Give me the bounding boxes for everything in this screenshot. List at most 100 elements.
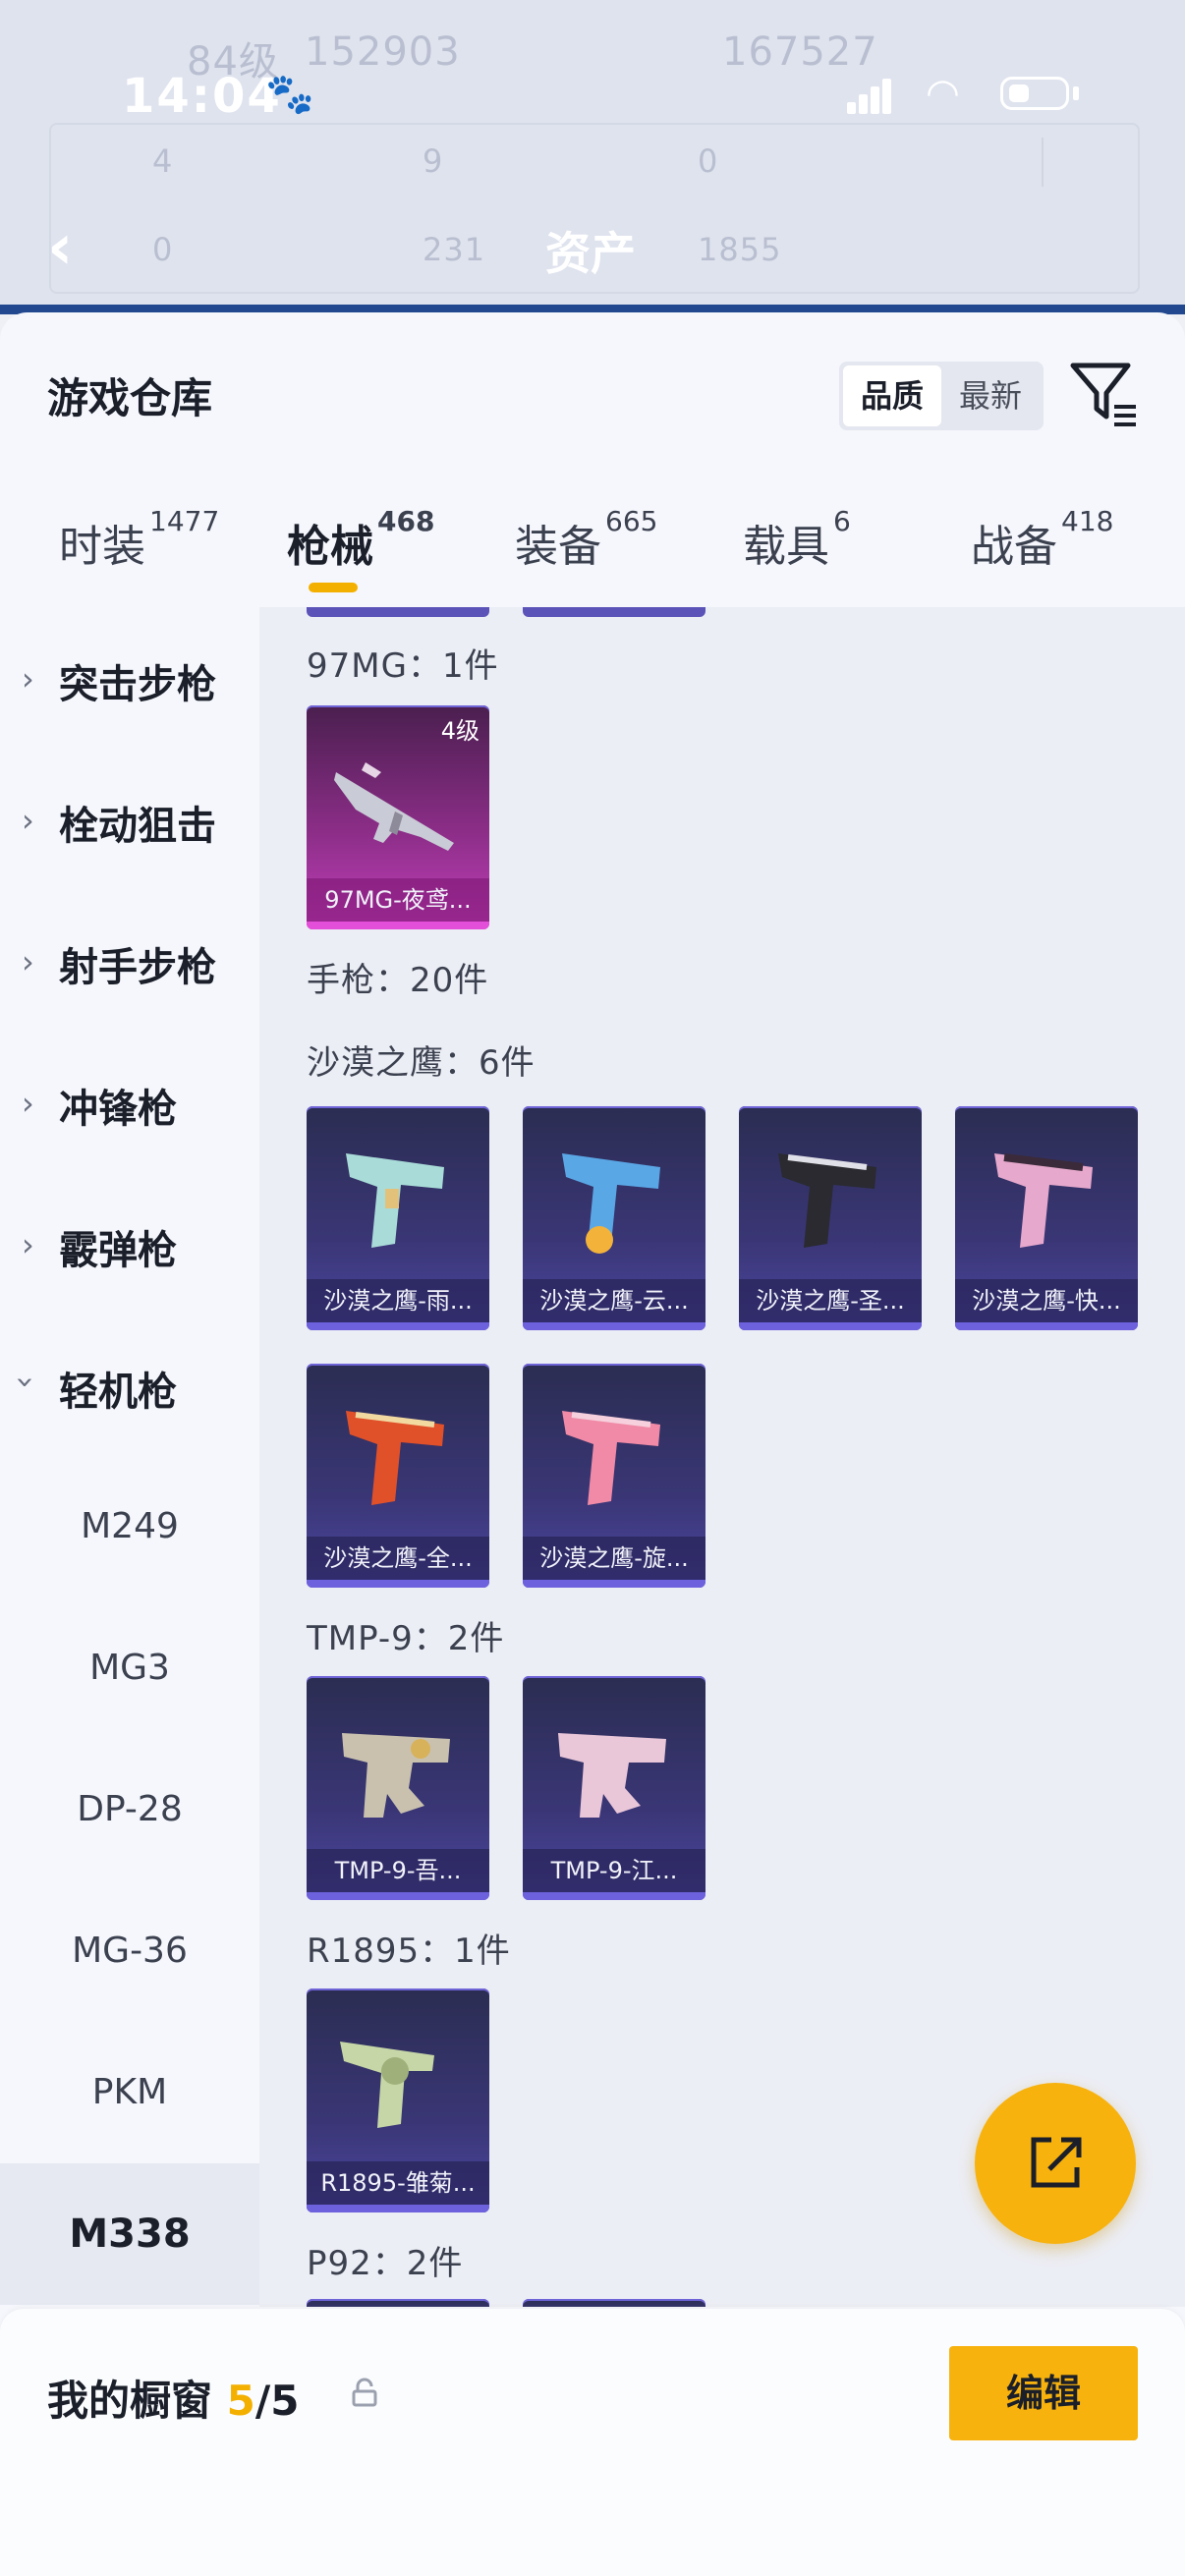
filter-icon[interactable] [1069, 360, 1140, 430]
item-name: TMP-9-吾... [307, 1849, 489, 1892]
section-label-tmp9: TMP-9：2件 [307, 1619, 505, 1658]
sidebar-item-label: 冲锋枪 [59, 1087, 177, 1132]
active-tab-indicator [309, 583, 358, 592]
tab-label: 时装 [59, 522, 145, 572]
rarity-bar [307, 2205, 489, 2212]
back-icon[interactable]: ‹ [47, 216, 73, 279]
paw-icon: 🐾 [265, 72, 314, 117]
sidebar-sub-mg3[interactable]: MG3 [0, 1597, 259, 1739]
item-card[interactable]: TMP-9-吾... [307, 1676, 489, 1900]
page-title: 资产 [545, 227, 636, 280]
tab-label: 战备 [971, 522, 1057, 572]
rarity-bar [739, 1322, 922, 1330]
sidebar-item-label: 霰弹枪 [59, 1228, 177, 1273]
sidebar-sub-mg36[interactable]: MG-36 [0, 1880, 259, 2022]
item-card[interactable] [523, 2299, 705, 2307]
share-button[interactable] [975, 2083, 1136, 2244]
sidebar-sub-dp28[interactable]: DP-28 [0, 1739, 259, 1880]
sidebar-item-label: 轻机枪 [59, 1370, 177, 1415]
tab-count: 6 [833, 505, 851, 537]
tab-firearms[interactable]: 枪械468 [287, 505, 434, 574]
tab-count: 418 [1061, 505, 1114, 537]
showcase-count-max: 5 [270, 2377, 300, 2425]
item-card[interactable] [307, 2299, 489, 2307]
sidebar-sub-m249[interactable]: M249 [0, 1456, 259, 1597]
section-label-pistol: 手枪：20件 [307, 961, 489, 1000]
section-label-p92: P92：2件 [307, 2244, 464, 2283]
rarity-bar [523, 1580, 705, 1588]
item-card[interactable]: 沙漠之鹰-全... [307, 1364, 489, 1588]
tab-tactical[interactable]: 战备418 [971, 505, 1113, 574]
sidebar-item-smg[interactable]: › 冲锋枪 [0, 1032, 259, 1173]
rarity-bar [307, 1322, 489, 1330]
share-icon [1031, 2137, 1082, 2188]
tab-label: 装备 [515, 522, 601, 572]
pistol-icon [562, 1153, 660, 1254]
item-card[interactable]: TMP-9-江... [523, 1676, 705, 1900]
rarity-bar [523, 1322, 705, 1330]
item-name: 沙漠之鹰-全... [307, 1537, 489, 1580]
item-card[interactable]: 沙漠之鹰-雨... [307, 1106, 489, 1330]
views-count: 152903 [305, 29, 461, 75]
revolver-icon [340, 2042, 434, 2128]
section-label-deagle: 沙漠之鹰：6件 [307, 1043, 536, 1083]
sort-quality-button[interactable]: 品质 [843, 365, 941, 426]
sidebar-sub-m338[interactable]: M338 [0, 2163, 259, 2305]
sidebar-item-bolt-sniper[interactable]: › 栓动狙击 [0, 749, 259, 890]
tab-count: 665 [605, 505, 658, 537]
chevron-right-icon: › [22, 660, 34, 698]
sidebar-item-assault-rifle[interactable]: › 突击步枪 [0, 607, 259, 749]
tab-label: 载具 [743, 522, 829, 572]
rarity-bar [307, 1580, 489, 1588]
item-name: 沙漠之鹰-雨... [307, 1279, 489, 1322]
tab-equipment[interactable]: 装备665 [515, 505, 657, 574]
item-card[interactable]: 沙漠之鹰-旋... [523, 1364, 705, 1588]
stat-4: 0 [152, 231, 174, 268]
chevron-right-icon: › [22, 1085, 34, 1122]
weapon-category-sidebar: › 突击步枪 › 栓动狙击 › 射手步枪 › 冲锋枪 › 霰弹枪 › 轻机枪 M249 MG… [0, 607, 259, 2307]
wifi-icon: ◠ [926, 71, 960, 116]
item-name: 沙漠之鹰-旋... [523, 1537, 705, 1580]
chevron-down-icon: › [7, 1375, 45, 1389]
rarity-bar [955, 1322, 1138, 1330]
section-label-97mg: 97MG：1件 [307, 646, 499, 686]
showcase-label: 我的橱窗 [47, 2377, 213, 2425]
category-tabs: 时装1477 枪械468 装备665 载具6 战备418 [0, 491, 1185, 609]
showcase-title: 我的橱窗 5/5 [47, 2368, 299, 2428]
item-name: 97MG-夜鸢... [307, 878, 489, 922]
sort-newest-button[interactable]: 最新 [941, 365, 1040, 426]
chevron-right-icon: › [22, 943, 34, 980]
smg-icon [558, 1733, 666, 1818]
battery-tip [1073, 86, 1079, 100]
item-grid: 97MG：1件 4级 97MG-夜鸢... 手枪：20件 沙漠之鹰：6件 沙漠之… [259, 607, 1185, 2307]
tab-vehicles[interactable]: 载具6 [743, 505, 851, 574]
item-card[interactable]: 4级 97MG-夜鸢... [307, 705, 489, 929]
partial-card [523, 607, 705, 617]
smg-icon [342, 1733, 450, 1818]
item-card[interactable]: 沙漠之鹰-快... [955, 1106, 1138, 1330]
rarity-bar [523, 1892, 705, 1900]
chevron-right-icon: › [22, 802, 34, 839]
stat-3: 0 [698, 142, 719, 180]
tab-fashion[interactable]: 时装1477 [59, 505, 219, 574]
signal-icon [847, 79, 892, 114]
rarity-bar [307, 922, 489, 929]
item-card[interactable]: R1895-雏菊... [307, 1988, 489, 2212]
pistol-icon [346, 1411, 444, 1505]
sidebar-item-lmg[interactable]: › 轻机枪 [0, 1315, 259, 1456]
item-card[interactable]: 沙漠之鹰-圣... [739, 1106, 922, 1330]
pistol-icon [562, 1411, 660, 1505]
stat-1: 4 [152, 142, 174, 180]
section-label-r1895: R1895：1件 [307, 1932, 511, 1971]
pistol-icon [994, 1153, 1093, 1248]
sidebar-sub-pkm[interactable]: PKM [0, 2022, 259, 2163]
battery-icon [1000, 77, 1069, 110]
sidebar-item-marksman-rifle[interactable]: › 射手步枪 [0, 890, 259, 1032]
showcase-count-current: 5 [226, 2377, 255, 2425]
item-card[interactable]: 沙漠之鹰-云... [523, 1106, 705, 1330]
lock-icon [352, 2378, 377, 2407]
item-name: 沙漠之鹰-圣... [739, 1279, 922, 1322]
tab-label: 枪械 [287, 522, 373, 572]
sidebar-item-shotgun[interactable]: › 霰弹枪 [0, 1173, 259, 1315]
edit-button[interactable]: 编辑 [949, 2346, 1138, 2440]
